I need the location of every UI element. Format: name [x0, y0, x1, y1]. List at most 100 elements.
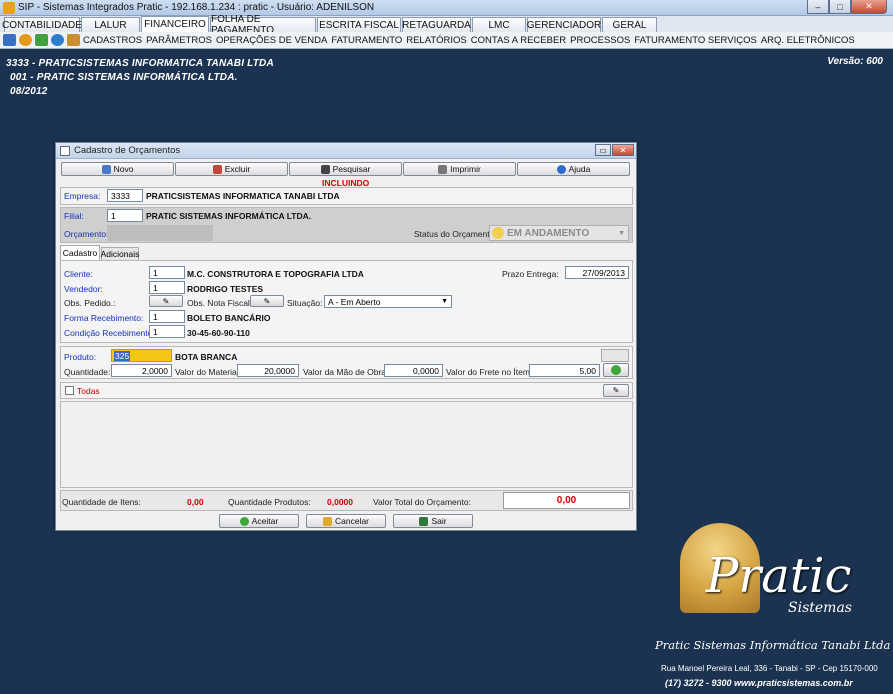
- company-line: 3333 - PRATICSISTEMAS INFORMATICA TANABI…: [6, 58, 274, 69]
- edit-icon: ✎: [263, 296, 271, 306]
- pesquisar-label: Pesquisar: [332, 164, 371, 174]
- menu-faturamento[interactable]: FATURAMENTO: [331, 35, 402, 46]
- module-tabs: CONTABILIDADE LALUR FINANCEIRO FOLHA DE …: [0, 14, 893, 36]
- tab-folha-de-pagamento[interactable]: FOLHA DE PAGAMENTO: [210, 14, 316, 36]
- obs-pedido-label: Obs. Pedido.:: [64, 298, 116, 308]
- delete-icon: [212, 164, 222, 174]
- valor-mao-input[interactable]: 0,0000: [384, 364, 443, 377]
- prazo-input[interactable]: 27/09/2013: [565, 266, 629, 279]
- tab-retaguarda[interactable]: RETAGUARDA: [402, 17, 471, 32]
- filial-name: PRATIC SISTEMAS INFORMÁTICA LTDA.: [146, 211, 312, 221]
- cliente-code-input[interactable]: 1: [149, 266, 185, 279]
- maximize-button[interactable]: □: [829, 0, 851, 14]
- produto-label: Produto:: [64, 352, 97, 362]
- filial-label: Filial:: [64, 211, 84, 221]
- cadastro-orcamentos-dialog: Cadastro de Orçamentos ▭ ✕ Novo Excluir …: [55, 142, 637, 531]
- novo-button[interactable]: Novo: [61, 162, 174, 176]
- qtd-produtos-value: 0,0000: [327, 497, 353, 507]
- window-title: SIP - Sistemas Integrados Pratic - 192.1…: [18, 2, 375, 13]
- quantidade-input[interactable]: 2,0000: [111, 364, 172, 377]
- obs-nf-button[interactable]: ✎: [250, 295, 284, 307]
- calculator-icon[interactable]: [3, 34, 16, 46]
- qtd-produtos-label: Quantidade Produtos:: [228, 497, 311, 507]
- condicao-code-input[interactable]: 1: [149, 325, 185, 338]
- empresa-code-input[interactable]: 3333: [107, 189, 143, 202]
- obs-pedido-button[interactable]: ✎: [149, 295, 183, 307]
- edit-items-button[interactable]: ✎: [603, 384, 629, 397]
- users-icon[interactable]: [67, 34, 80, 46]
- status-select[interactable]: EM ANDAMENTO ▼: [489, 225, 629, 241]
- tab-lmc[interactable]: LMC: [472, 17, 526, 32]
- pencil-icon: ✎: [612, 386, 620, 395]
- binoculars-icon: [320, 164, 330, 174]
- tab-gerenciador[interactable]: GERENCIADOR: [527, 17, 601, 32]
- aceitar-button[interactable]: Aceitar: [219, 514, 299, 528]
- tab-geral[interactable]: GERAL: [602, 17, 657, 32]
- tab-cadastro[interactable]: Cadastro: [60, 245, 100, 260]
- todas-checkbox[interactable]: [65, 386, 74, 395]
- orcamento-label: Orçamento:: [64, 229, 109, 239]
- vendedor-label: Vendedor:: [64, 284, 103, 294]
- add-item-button[interactable]: [603, 363, 629, 377]
- sair-button[interactable]: Sair: [393, 514, 473, 528]
- dialog-title: Cadastro de Orçamentos: [74, 145, 181, 156]
- app-icon: [3, 1, 15, 14]
- menu-contas-a-receber[interactable]: CONTAS A RECEBER: [471, 35, 566, 46]
- ajuda-button[interactable]: Ajuda: [517, 162, 630, 176]
- items-list[interactable]: [60, 401, 633, 488]
- minimize-button[interactable]: –: [807, 0, 829, 14]
- menu-parametros[interactable]: PARÂMETROS: [146, 35, 212, 46]
- cliente-name: M.C. CONSTRUTORA E TOPOGRAFIA LTDA: [187, 269, 364, 279]
- condicao-label: Condição Recebimento:: [64, 328, 155, 338]
- tab-contabilidade[interactable]: CONTABILIDADE: [2, 17, 82, 32]
- money-icon[interactable]: [35, 34, 48, 46]
- valor-material-label: Valor do Material:: [175, 367, 241, 377]
- valor-total-label: Valor Total do Orçamento:: [373, 497, 471, 507]
- situacao-value: A - Em Aberto: [328, 296, 381, 307]
- vendedor-code-input[interactable]: 1: [149, 281, 185, 294]
- condicao-name: 30-45-60-90-110: [187, 328, 250, 338]
- dialog-restore-button[interactable]: ▭: [595, 144, 611, 156]
- valor-frete-input[interactable]: 5,00: [529, 364, 600, 377]
- menu-faturamento-servicos[interactable]: FATURAMENTO SERVIÇOS: [634, 35, 756, 46]
- menu-processos[interactable]: PROCESSOS: [570, 35, 630, 46]
- close-button[interactable]: ✕: [851, 0, 887, 14]
- produto-code-input[interactable]: 325: [111, 349, 172, 362]
- valor-material-input[interactable]: 20,0000: [237, 364, 299, 377]
- pencil-icon: [101, 164, 111, 174]
- cancelar-button[interactable]: Cancelar: [306, 514, 386, 528]
- forma-code-input[interactable]: 1: [149, 310, 185, 323]
- dialog-icon: [60, 145, 70, 156]
- tab-adicionais[interactable]: Adicionais: [101, 247, 139, 260]
- pesquisar-button[interactable]: Pesquisar: [289, 162, 402, 176]
- coin-icon[interactable]: [19, 34, 32, 46]
- logo-word: Pratic: [706, 548, 852, 604]
- excluir-label: Excluir: [224, 164, 251, 174]
- filial-code-input[interactable]: 1: [107, 209, 143, 222]
- situacao-select[interactable]: A - Em Aberto ▼: [324, 295, 452, 308]
- qtd-itens-value: 0,00: [187, 497, 204, 507]
- todas-bar: [60, 382, 633, 399]
- window-titlebar: SIP - Sistemas Integrados Pratic - 192.1…: [0, 0, 893, 16]
- globe-icon[interactable]: [51, 34, 64, 46]
- tab-lalur[interactable]: LALUR: [81, 17, 140, 32]
- vendedor-name: RODRIGO TESTES: [187, 284, 264, 294]
- status-icon: [492, 227, 504, 239]
- printer-icon: [438, 164, 448, 174]
- quantidade-label: Quantidade:: [64, 367, 111, 377]
- menu-arq-eletronicos[interactable]: ARQ. ELETRÔNICOS: [761, 35, 855, 46]
- dialog-close-button[interactable]: ✕: [612, 144, 634, 156]
- logo-sub: Sistemas: [788, 600, 852, 616]
- menu-cadastros[interactable]: CADASTROS: [83, 35, 142, 46]
- tab-financeiro[interactable]: FINANCEIRO: [141, 16, 209, 32]
- valor-frete-label: Valor do Frete no Ítem:: [446, 367, 533, 377]
- menu-bar: CADASTROS PARÂMETROS OPERAÇÕES DE VENDA …: [0, 32, 893, 49]
- excluir-button[interactable]: Excluir: [175, 162, 288, 176]
- check-icon: [611, 365, 621, 375]
- chevron-down-icon: ▼: [618, 229, 625, 237]
- ajuda-label: Ajuda: [568, 164, 591, 174]
- menu-operacoes-de-venda[interactable]: OPERAÇÕES DE VENDA: [216, 35, 327, 46]
- imprimir-button[interactable]: Imprimir: [403, 162, 516, 176]
- tab-escrita-fiscal[interactable]: ESCRITA FISCAL: [317, 17, 401, 32]
- menu-relatorios[interactable]: RELATÓRIOS: [406, 35, 467, 46]
